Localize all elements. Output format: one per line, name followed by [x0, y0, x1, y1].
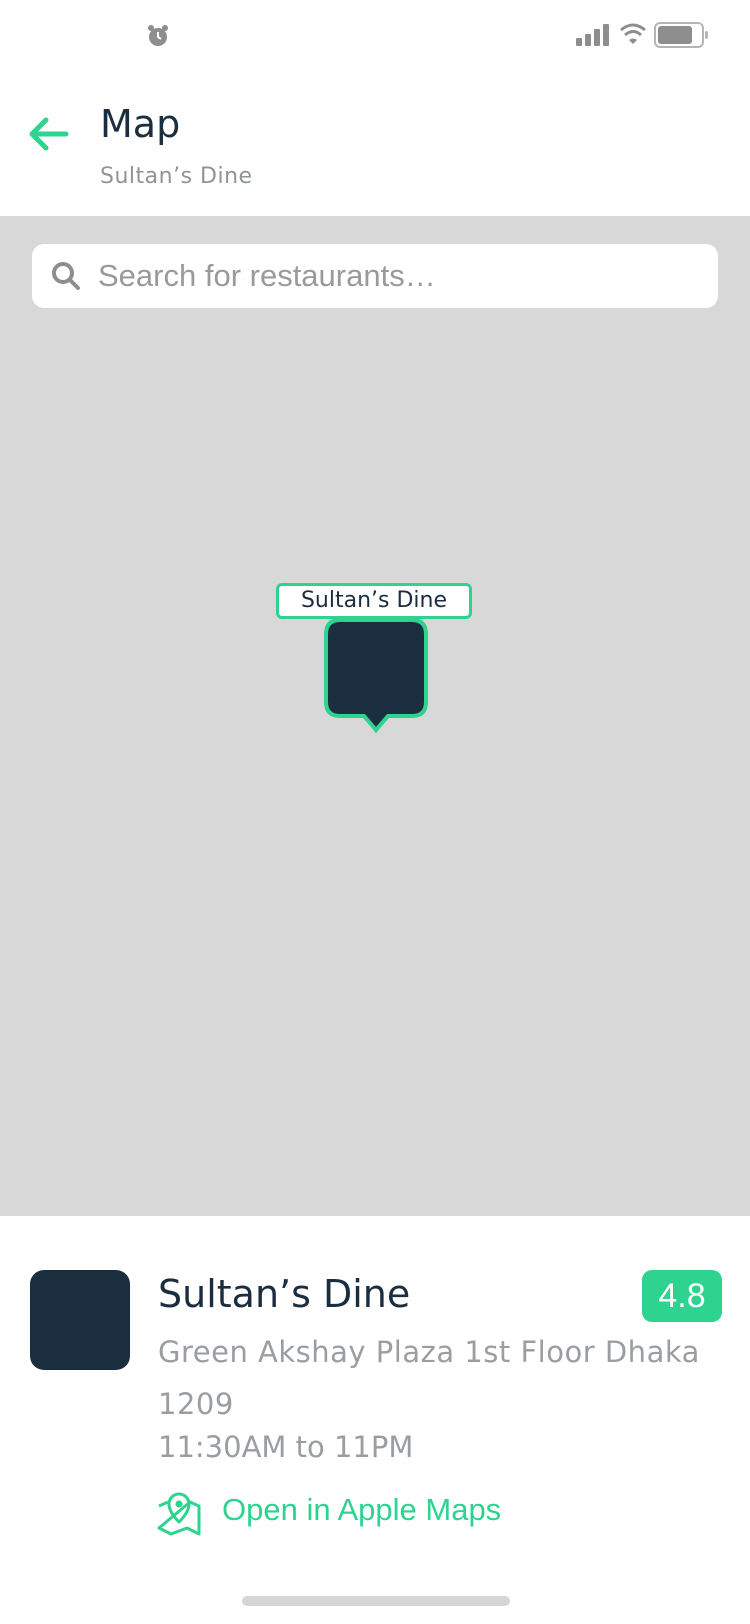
map-marker-pin[interactable]	[322, 618, 430, 748]
signal-icon	[576, 24, 609, 46]
battery-icon	[654, 22, 708, 48]
open-in-apple-maps-label: Open in Apple Maps	[222, 1492, 502, 1527]
map-view[interactable]: Sultan’s Dine	[0, 216, 750, 1216]
map-pin-icon	[157, 1492, 201, 1536]
arrow-left-icon[interactable]	[26, 112, 70, 156]
status-bar	[0, 0, 750, 72]
wifi-icon	[620, 23, 646, 44]
header: Map Sultan’s Dine	[0, 72, 750, 216]
search-icon	[52, 262, 80, 290]
page-title: Map	[100, 102, 181, 146]
restaurant-name: Sultan’s Dine	[158, 1272, 411, 1316]
search-bar[interactable]	[32, 244, 718, 308]
restaurant-thumbnail	[30, 1270, 130, 1370]
restaurant-hours: 11:30AM to 11PM	[158, 1430, 414, 1464]
rating-badge: 4.8	[642, 1270, 722, 1322]
restaurant-card[interactable]: Sultan’s Dine 4.8 Green Akshay Plaza 1st…	[0, 1216, 750, 1624]
map-marker-label[interactable]: Sultan’s Dine	[276, 583, 472, 619]
search-input[interactable]	[98, 244, 698, 308]
home-indicator[interactable]	[242, 1596, 510, 1606]
alarm-icon	[148, 25, 168, 46]
restaurant-address: Green Akshay Plaza 1st Floor Dhaka 1209	[158, 1335, 700, 1421]
page-subtitle: Sultan’s Dine	[100, 164, 253, 189]
